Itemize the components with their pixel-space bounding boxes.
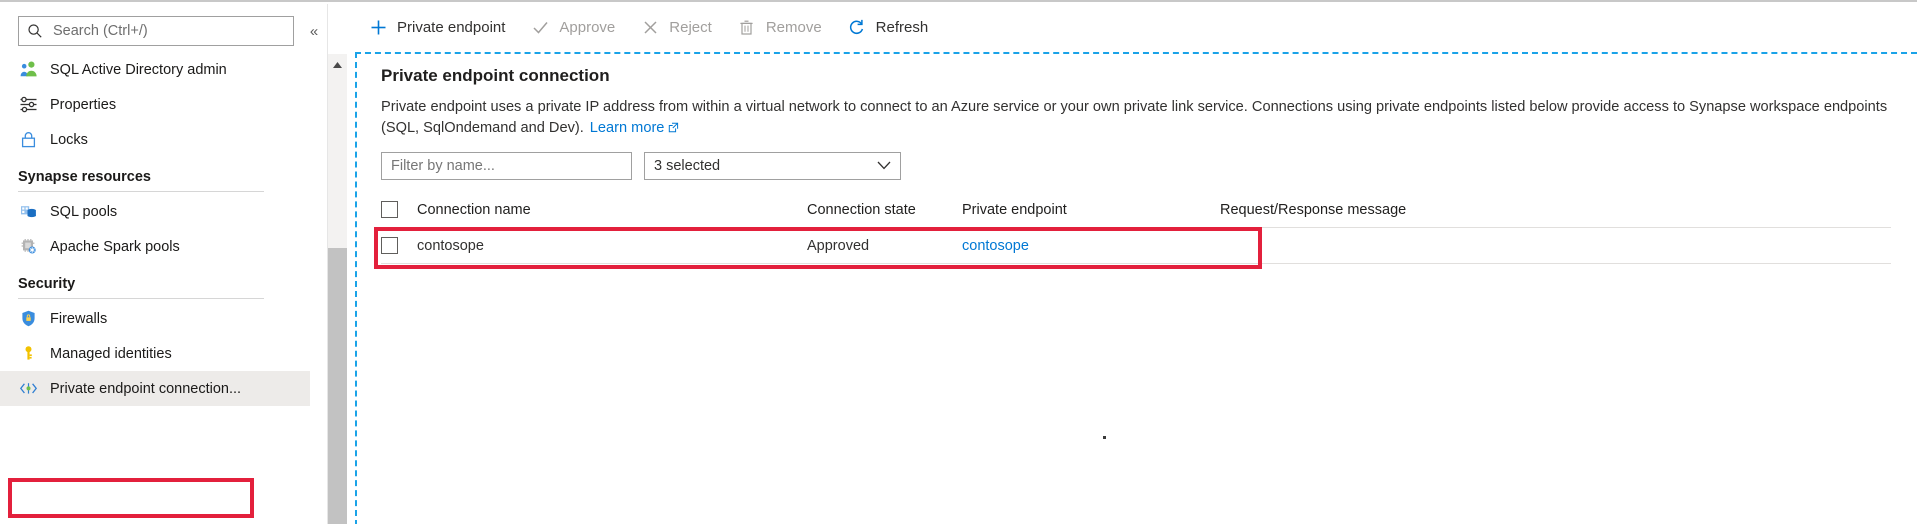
cell-private-endpoint: contosope <box>962 238 1220 254</box>
external-link-icon <box>668 119 679 140</box>
sidebar-item-apache-spark-pools[interactable]: Apache Spark pools <box>0 229 310 264</box>
command-label: Reject <box>669 19 712 36</box>
cell-connection-state: Approved <box>807 238 962 254</box>
row-checkbox[interactable] <box>381 237 398 254</box>
sidebar-item-label: SQL pools <box>50 204 117 220</box>
users-icon <box>18 60 38 80</box>
column-header-connection-state[interactable]: Connection state <box>807 202 962 218</box>
database-icon <box>18 202 38 222</box>
sidebar-item-properties[interactable]: Properties <box>0 87 310 122</box>
dropdown-value: 3 selected <box>654 158 720 174</box>
shield-icon <box>18 309 38 329</box>
chip-icon <box>18 237 38 257</box>
learn-more-link[interactable]: Learn more <box>590 120 665 136</box>
sidebar-group-title: Security <box>18 276 292 298</box>
table-header-row: Connection name Connection state Private… <box>381 192 1891 228</box>
sidebar-item-sql-active-directory-admin[interactable]: SQL Active Directory admin <box>0 52 310 87</box>
stray-dot-artifact <box>1103 436 1106 439</box>
sidebar-item-private-endpoint-connections[interactable]: Private endpoint connection... <box>0 371 310 406</box>
command-label: Approve <box>559 19 615 36</box>
divider <box>18 191 264 192</box>
column-header-connection-name[interactable]: Connection name <box>417 202 807 218</box>
sidebar-item-label: Firewalls <box>50 311 107 327</box>
select-all-checkbox[interactable] <box>381 201 398 218</box>
filter-by-name-input[interactable] <box>381 152 632 180</box>
sidebar-item-label: Apache Spark pools <box>50 239 180 255</box>
private-endpoint-icon <box>18 379 38 399</box>
command-private-endpoint[interactable]: Private endpoint <box>365 4 519 50</box>
command-reject[interactable]: Reject <box>637 4 726 50</box>
chevron-down-icon <box>877 158 891 174</box>
command-approve[interactable]: Approve <box>527 4 629 50</box>
annotation-box-sidebar-item <box>8 478 254 518</box>
search-input[interactable] <box>51 22 285 40</box>
sidebar-scrollbar[interactable] <box>328 54 347 524</box>
sidebar-item-label: Managed identities <box>50 346 172 362</box>
sidebar-item-managed-identities[interactable]: Managed identities <box>0 336 310 371</box>
divider <box>18 298 264 299</box>
plus-icon <box>367 16 389 38</box>
sidebar-item-locks[interactable]: Locks <box>0 122 310 157</box>
search-icon <box>27 23 43 39</box>
sidebar-group-title: Synapse resources <box>18 169 292 191</box>
trash-icon <box>736 16 758 38</box>
scrollbar-thumb[interactable] <box>328 248 347 524</box>
connections-table: Connection name Connection state Private… <box>381 192 1891 264</box>
azure-portal-screenshot: « SQL Active Directory admin <box>0 0 1917 524</box>
private-endpoint-link[interactable]: contosope <box>962 238 1029 254</box>
command-refresh[interactable]: Refresh <box>844 4 943 50</box>
panel-description: Private endpoint uses a private IP addre… <box>381 97 1891 140</box>
scroll-up-arrow-icon[interactable] <box>328 58 347 72</box>
filter-toolbar: 3 selected <box>381 152 901 180</box>
sliders-icon <box>18 95 38 115</box>
column-header-private-endpoint[interactable]: Private endpoint <box>962 202 1220 218</box>
command-label: Refresh <box>876 19 929 36</box>
sidebar-item-firewalls[interactable]: Firewalls <box>0 301 310 336</box>
sidebar-item-label: Properties <box>50 97 116 113</box>
lock-icon <box>18 130 38 150</box>
x-icon <box>639 16 661 38</box>
row-select-cell <box>381 237 417 254</box>
sidebar-group-security: Security <box>0 276 292 299</box>
private-endpoint-panel: Private endpoint connection Private endp… <box>355 54 1917 524</box>
refresh-icon <box>846 16 868 38</box>
sidebar-item-sql-pools[interactable]: SQL pools <box>0 194 310 229</box>
command-label: Remove <box>766 19 822 36</box>
table-row[interactable]: contosope Approved contosope <box>381 228 1891 264</box>
page-title: Private endpoint connection <box>381 66 610 86</box>
sidebar-search[interactable] <box>18 16 294 46</box>
sidebar-nav: SQL Active Directory admin Properties <box>0 52 310 406</box>
select-all-cell <box>381 201 417 218</box>
connection-state-dropdown[interactable]: 3 selected <box>644 152 901 180</box>
sidebar-group-synapse-resources: Synapse resources <box>0 169 292 192</box>
column-header-request-response-message[interactable]: Request/Response message <box>1220 202 1891 218</box>
sidebar-item-label: Locks <box>50 132 88 148</box>
collapse-sidebar-button[interactable]: « <box>304 22 324 42</box>
cell-connection-name: contosope <box>417 238 807 254</box>
command-remove[interactable]: Remove <box>734 4 836 50</box>
sidebar-item-label: SQL Active Directory admin <box>50 62 227 78</box>
key-icon <box>18 344 38 364</box>
command-bar: Private endpoint Approve Reject <box>355 4 1917 50</box>
check-icon <box>529 16 551 38</box>
command-label: Private endpoint <box>397 19 505 36</box>
resource-sidebar: « SQL Active Directory admin <box>0 4 328 524</box>
sidebar-item-label: Private endpoint connection... <box>50 381 241 397</box>
main-content-area: Private endpoint Approve Reject <box>355 4 1917 524</box>
